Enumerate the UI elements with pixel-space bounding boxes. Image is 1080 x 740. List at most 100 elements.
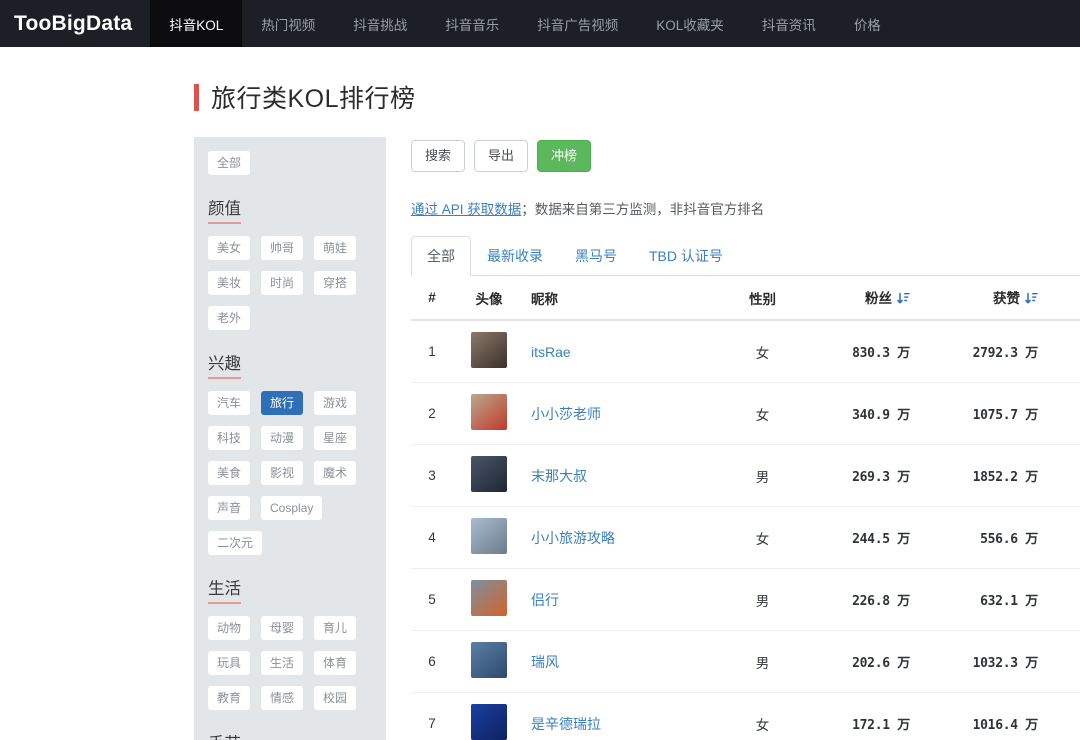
toolbar-button-2[interactable]: 冲榜 <box>537 140 592 172</box>
table-head: # 头像 昵称 性别 粉丝 获赞 视频 <box>411 276 1080 321</box>
nickname-link[interactable]: 小小莎老师 <box>531 406 601 422</box>
cell-gender: 女 <box>715 320 810 383</box>
sidebar-tag-动物[interactable]: 动物 <box>208 616 251 640</box>
sidebar-tag-美食[interactable]: 美食 <box>208 461 251 485</box>
nav-item-6[interactable]: 抖音资讯 <box>743 0 835 47</box>
toolbar-button-0[interactable]: 搜索 <box>411 140 466 172</box>
column-header-fans[interactable]: 粉丝 <box>810 276 928 321</box>
sidebar-tag-育儿[interactable]: 育儿 <box>314 616 357 640</box>
nickname-link[interactable]: 侣行 <box>531 592 559 608</box>
nickname-link[interactable]: 瑞风 <box>531 654 559 670</box>
nav-items: 抖音KOL 热门视频 抖音挑战 抖音音乐 抖音广告视频 KOL收藏夹 抖音资讯 价格 <box>150 0 900 47</box>
nav-item-7[interactable]: 价格 <box>835 0 900 47</box>
cell-nickname: 小小旅游攻略 <box>525 506 715 569</box>
sidebar-tag-声音[interactable]: 声音 <box>208 496 251 520</box>
sidebar-section-heading: 生活 <box>208 575 241 604</box>
sidebar-tag-穿搭[interactable]: 穿搭 <box>314 271 357 295</box>
sidebar-tag-星座[interactable]: 星座 <box>314 426 357 450</box>
api-link[interactable]: 通过 API 获取数据 <box>411 202 521 217</box>
sidebar-section-3: 手艺 <box>194 721 386 740</box>
toolbar-button-1[interactable]: 导出 <box>474 140 529 172</box>
cell-likes-value: 1075.7 万 <box>972 408 1039 423</box>
table-row[interactable]: 5 侣行 男 226.8 万 632.1 万 101 <box>411 568 1080 631</box>
cell-avatar <box>453 382 525 445</box>
nickname-link[interactable]: 末那大叔 <box>531 468 587 484</box>
cell-gender: 女 <box>715 506 810 569</box>
avatar[interactable] <box>471 642 507 678</box>
column-header-label: 头像 <box>475 291 503 307</box>
sidebar-tag-美女[interactable]: 美女 <box>208 236 251 260</box>
cell-likes: 1016.4 万 <box>928 692 1056 740</box>
brand-logo[interactable]: TooBigData <box>0 0 150 47</box>
table-row[interactable]: 4 小小旅游攻略 女 244.5 万 556.6 万 38 <box>411 506 1080 569</box>
nickname-link[interactable]: itsRae <box>531 344 571 360</box>
column-header-label: 昵称 <box>531 291 558 307</box>
sidebar-tag-母婴[interactable]: 母婴 <box>261 616 304 640</box>
cell-likes: 2792.3 万 <box>928 320 1056 383</box>
sidebar-tag-时尚[interactable]: 时尚 <box>261 271 304 295</box>
tab-3[interactable]: TBD 认证号 <box>633 236 739 276</box>
nav-item-2[interactable]: 抖音挑战 <box>334 0 426 47</box>
sidebar-tag-Cosplay[interactable]: Cosplay <box>261 496 323 520</box>
avatar[interactable] <box>471 394 507 430</box>
cell-gender: 男 <box>715 444 810 507</box>
sidebar-tag-老外[interactable]: 老外 <box>208 306 251 330</box>
tab-1[interactable]: 最新收录 <box>471 236 559 276</box>
sidebar-tag-影视[interactable]: 影视 <box>261 461 304 485</box>
sidebar-tag-科技[interactable]: 科技 <box>208 426 251 450</box>
sidebar-tag-玩具[interactable]: 玩具 <box>208 651 251 675</box>
nav-item-label: 价格 <box>853 17 881 33</box>
sidebar-tag-游戏[interactable]: 游戏 <box>314 391 357 415</box>
sort-desc-icon[interactable] <box>897 292 910 308</box>
sidebar-tag-生活[interactable]: 生活 <box>261 651 304 675</box>
column-header-label: 性别 <box>749 291 776 307</box>
top-navbar: TooBigData 抖音KOL 热门视频 抖音挑战 抖音音乐 抖音广告视频 KOL收藏夹… <box>0 0 1080 47</box>
avatar[interactable] <box>471 580 507 616</box>
nickname-link[interactable]: 小小旅游攻略 <box>531 530 615 546</box>
sidebar-tag-魔术[interactable]: 魔术 <box>314 461 357 485</box>
api-note-rest: ；数据来自第三方监测，非抖音官方排名 <box>521 202 765 217</box>
column-header-rank: # <box>411 276 453 321</box>
tab-0[interactable]: 全部 <box>411 236 471 276</box>
sidebar-tag-美妆[interactable]: 美妆 <box>208 271 251 295</box>
cell-fans: 269.3 万 <box>810 444 928 507</box>
cell-avatar <box>453 692 525 740</box>
sidebar-tag-二次元[interactable]: 二次元 <box>208 531 263 555</box>
avatar[interactable] <box>471 332 507 368</box>
nav-item-0[interactable]: 抖音KOL <box>150 0 243 47</box>
nav-item-1[interactable]: 热门视频 <box>242 0 334 47</box>
sidebar-tag-校园[interactable]: 校园 <box>314 686 357 710</box>
cell-avatar <box>453 444 525 507</box>
nickname-link[interactable]: 是辛德瑞拉 <box>531 716 601 732</box>
sidebar-tag-情感[interactable]: 情感 <box>261 686 304 710</box>
table-row[interactable]: 6 瑞风 男 202.6 万 1032.3 万 55 <box>411 630 1080 693</box>
sidebar-tag-体育[interactable]: 体育 <box>314 651 357 675</box>
nav-item-5[interactable]: KOL收藏夹 <box>637 0 743 47</box>
sidebar-tag-帅哥[interactable]: 帅哥 <box>261 236 304 260</box>
sidebar-tag-all[interactable]: 全部 <box>208 151 251 175</box>
tab-2[interactable]: 黑马号 <box>559 236 633 276</box>
sidebar-tag-教育[interactable]: 教育 <box>208 686 251 710</box>
table-row[interactable]: 1 itsRae 女 830.3 万 2792.3 万 28 <box>411 320 1080 383</box>
table-row[interactable]: 2 小小莎老师 女 340.9 万 1075.7 万 174 <box>411 382 1080 445</box>
table-row[interactable]: 3 末那大叔 男 269.3 万 1852.2 万 114 <box>411 444 1080 507</box>
avatar[interactable] <box>471 704 507 740</box>
cell-gender: 女 <box>715 382 810 445</box>
column-header-likes[interactable]: 获赞 <box>928 276 1056 321</box>
sidebar-tag-动漫[interactable]: 动漫 <box>261 426 304 450</box>
nav-item-4[interactable]: 抖音广告视频 <box>518 0 637 47</box>
cell-fans: 340.9 万 <box>810 382 928 445</box>
cell-fans-value: 830.3 万 <box>852 346 910 361</box>
nav-item-3[interactable]: 抖音音乐 <box>426 0 518 47</box>
cell-rank: 5 <box>411 568 453 631</box>
avatar[interactable] <box>471 518 507 554</box>
avatar[interactable] <box>471 456 507 492</box>
sidebar-tag-萌娃[interactable]: 萌娃 <box>314 236 357 260</box>
nav-item-label: 热门视频 <box>261 17 316 33</box>
sort-desc-icon[interactable] <box>1025 292 1038 308</box>
cell-rank: 4 <box>411 506 453 569</box>
cell-rank: 2 <box>411 382 453 445</box>
table-row[interactable]: 7 是辛德瑞拉 女 172.1 万 1016.4 万 71 <box>411 692 1080 740</box>
sidebar-tag-旅行[interactable]: 旅行 <box>261 391 304 415</box>
sidebar-tag-汽车[interactable]: 汽车 <box>208 391 251 415</box>
